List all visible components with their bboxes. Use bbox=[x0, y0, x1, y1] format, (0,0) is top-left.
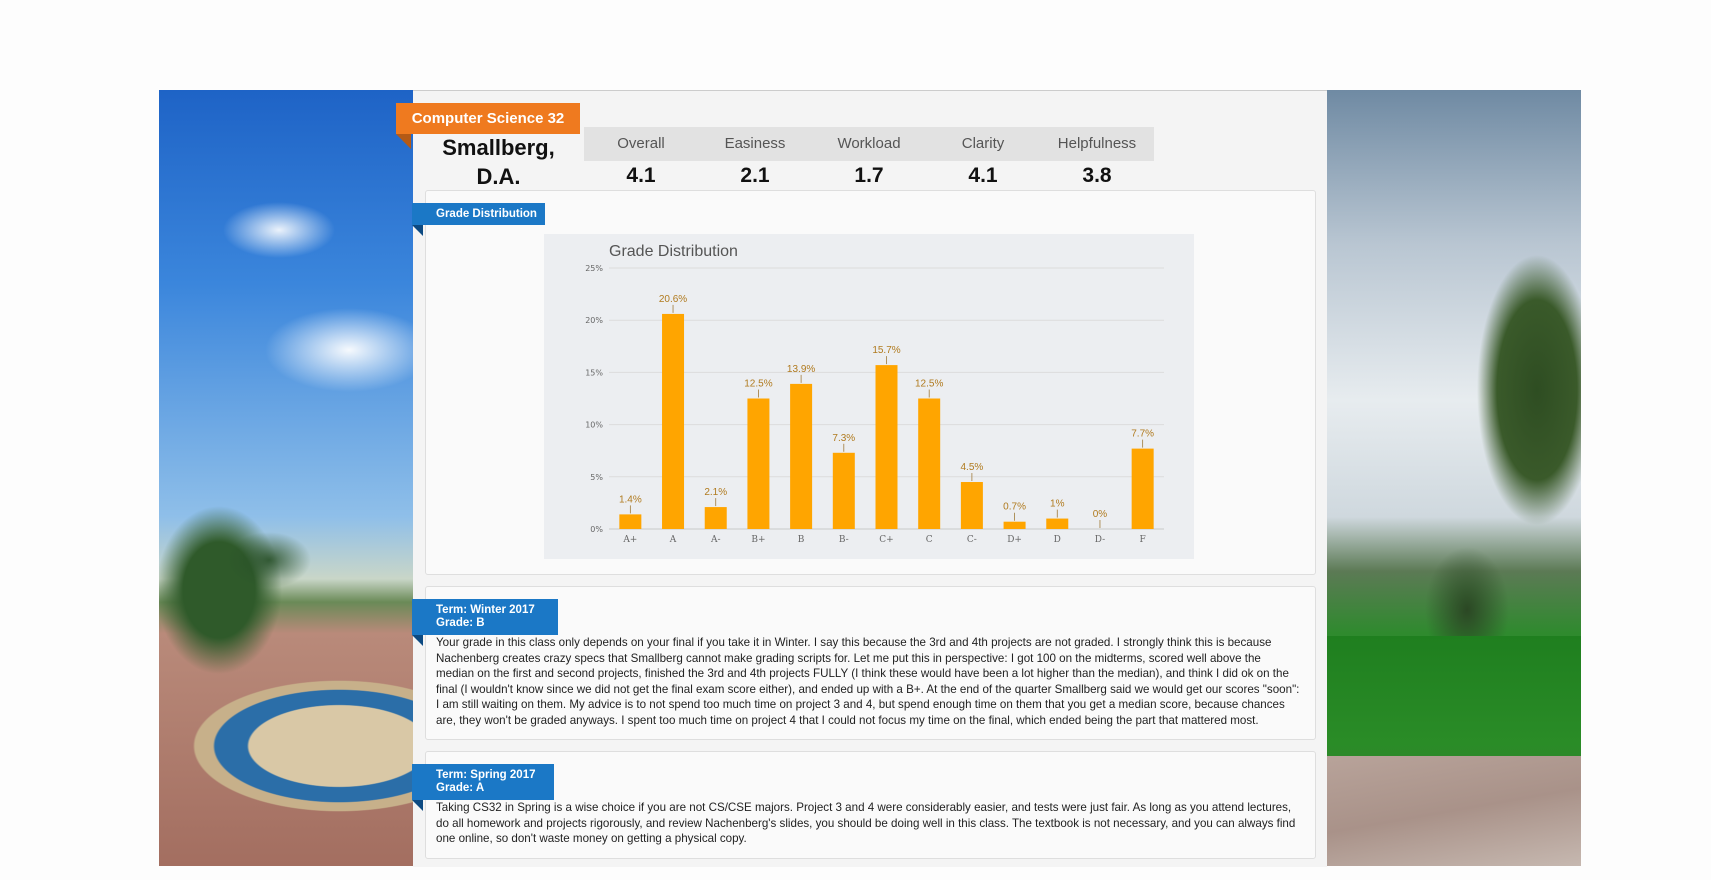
rating-clarity-value: 4.1 bbox=[968, 164, 998, 187]
professor-name-line2: D.A. bbox=[476, 164, 521, 189]
review-term: Term: Winter 2017 bbox=[436, 604, 535, 616]
data-label: 1% bbox=[1050, 499, 1065, 510]
rating-workload-value: 1.7 bbox=[854, 164, 884, 187]
x-tick-label: A+ bbox=[622, 535, 637, 545]
course-title-tag: Computer Science 32 bbox=[396, 103, 580, 149]
bar-B[interactable] bbox=[790, 383, 813, 529]
chart-title: Grade Distribution bbox=[609, 243, 738, 260]
rating-overall: Overall 4.1 bbox=[584, 127, 698, 191]
campus-background-left bbox=[159, 90, 413, 866]
review-term: Term: Spring 2017 bbox=[436, 769, 536, 781]
campus-background-right bbox=[1327, 90, 1581, 866]
rating-clarity: Clarity 4.1 bbox=[926, 127, 1040, 191]
y-tick-label: 0% bbox=[590, 525, 603, 534]
x-tick-label: D- bbox=[1095, 535, 1105, 545]
data-label: 15.7% bbox=[872, 345, 900, 356]
rating-easiness: Easiness 2.1 bbox=[698, 127, 812, 191]
bar-F[interactable] bbox=[1131, 448, 1154, 529]
rating-overall-label: Overall bbox=[584, 127, 698, 161]
rating-helpfulness-value: 3.8 bbox=[1082, 164, 1112, 187]
review-grade: Grade: B bbox=[436, 617, 485, 629]
x-tick-label: A bbox=[669, 535, 677, 545]
chart-svg: Grade Distribution 0% 5% 10% 15% 20% 25% 1.4%… bbox=[585, 243, 1164, 545]
bar-B-[interactable] bbox=[832, 452, 855, 529]
x-tick-label: B- bbox=[839, 535, 849, 545]
y-tick-label: 25% bbox=[585, 264, 603, 273]
data-label: 12.5% bbox=[915, 379, 943, 390]
grade-distribution-tag-label: Grade Distribution bbox=[436, 207, 537, 220]
rating-helpfulness-label: Helpfulness bbox=[1040, 127, 1154, 161]
review-grade: Grade: A bbox=[436, 782, 485, 794]
data-label: 20.6% bbox=[659, 294, 687, 305]
professor-name: Smallberg, D.A. bbox=[430, 133, 567, 191]
x-tick-label: C bbox=[926, 535, 933, 545]
bar-D+[interactable] bbox=[1003, 521, 1026, 529]
review-text: Your grade in this class only depends on… bbox=[436, 636, 1300, 727]
walkway-image bbox=[1327, 756, 1581, 866]
data-label: 0% bbox=[1093, 509, 1108, 520]
bar-C+[interactable] bbox=[875, 365, 898, 529]
data-label: 12.5% bbox=[744, 379, 772, 390]
data-label: 4.5% bbox=[960, 462, 983, 473]
rating-workload: Workload 1.7 bbox=[812, 127, 926, 191]
rating-clarity-label: Clarity bbox=[926, 127, 1040, 161]
fountain-image bbox=[159, 636, 413, 836]
grade-distribution-tag: Grade Distribution bbox=[412, 203, 545, 236]
bar-D[interactable] bbox=[1046, 518, 1069, 529]
bar-A-[interactable] bbox=[704, 507, 727, 529]
bar-A[interactable] bbox=[662, 313, 685, 529]
x-tick-label: A- bbox=[710, 535, 721, 545]
bar-A+[interactable] bbox=[619, 514, 642, 529]
bar-C-[interactable] bbox=[960, 482, 983, 529]
y-tick-label: 5% bbox=[590, 473, 603, 482]
y-tick-label: 20% bbox=[585, 316, 603, 325]
rating-workload-label: Workload bbox=[812, 127, 926, 161]
y-tick-label: 15% bbox=[585, 368, 603, 377]
data-label: 1.4% bbox=[619, 494, 642, 505]
rating-overall-value: 4.1 bbox=[626, 164, 656, 187]
x-tick-label: C+ bbox=[879, 535, 893, 545]
x-tick-label: C- bbox=[967, 535, 977, 545]
rating-easiness-label: Easiness bbox=[698, 127, 812, 161]
x-tick-label: D bbox=[1054, 535, 1061, 545]
data-label: 13.9% bbox=[787, 364, 815, 375]
x-tick-label: B bbox=[798, 535, 805, 545]
data-label: 0.7% bbox=[1003, 502, 1026, 513]
bar-C[interactable] bbox=[918, 398, 941, 530]
review-term-tag: Term: Spring 2017 Grade: A bbox=[412, 764, 554, 811]
x-tick-label: F bbox=[1140, 535, 1146, 545]
bar-B+[interactable] bbox=[747, 398, 770, 530]
rating-helpfulness: Helpfulness 3.8 bbox=[1040, 127, 1154, 191]
review-term-tag: Term: Winter 2017 Grade: B bbox=[412, 599, 558, 646]
professor-name-line1: Smallberg, bbox=[442, 135, 555, 160]
rating-easiness-value: 2.1 bbox=[740, 164, 770, 187]
x-tick-label: D+ bbox=[1007, 535, 1022, 545]
x-tick-label: B+ bbox=[751, 535, 765, 545]
review-text: Taking CS32 in Spring is a wise choice i… bbox=[436, 801, 1296, 845]
grade-distribution-chart: Grade Distribution 0% 5% 10% 15% 20% 25% 1.4%… bbox=[544, 234, 1194, 559]
data-label: 2.1% bbox=[704, 487, 727, 498]
data-label: 7.3% bbox=[832, 433, 855, 444]
y-tick-label: 10% bbox=[585, 421, 603, 430]
data-label: 7.7% bbox=[1131, 429, 1154, 440]
